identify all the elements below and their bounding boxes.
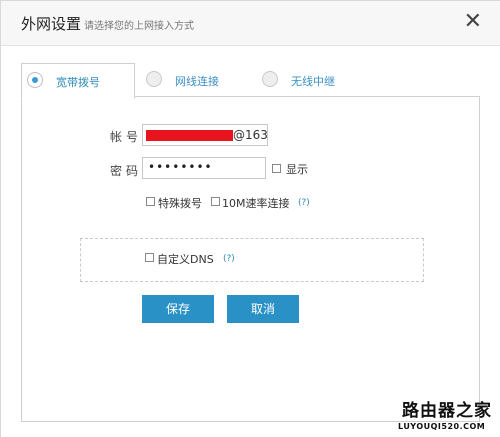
- dial-settings-panel: 帐号 @163 密码 •••••••• 显示 特殊拨号 10M速率连接 (?) …: [21, 96, 480, 422]
- tab-wireless-repeater[interactable]: 无线中继: [257, 63, 377, 97]
- tab-label: 宽带拨号: [56, 76, 100, 89]
- tab-label: 无线中继: [291, 75, 335, 88]
- radio-icon[interactable]: [262, 71, 278, 87]
- account-input[interactable]: @163: [142, 124, 268, 146]
- dialog-header: 外网设置 请选择您的上网接入方式 ✕: [1, 1, 500, 46]
- help-icon[interactable]: (?): [298, 198, 310, 208]
- dialog-title: 外网设置: [21, 15, 82, 33]
- custom-dns-checkbox[interactable]: [145, 253, 154, 262]
- save-button[interactable]: 保存: [142, 295, 214, 323]
- password-input[interactable]: ••••••••: [142, 157, 266, 179]
- account-suffix: @163: [233, 128, 268, 142]
- radio-selected-icon[interactable]: [27, 72, 43, 88]
- site-watermark: 路由器之家 LUYOUQI520.COM: [396, 396, 500, 437]
- connection-type-tabs: 宽带拨号 网线连接 无线中继: [21, 63, 481, 99]
- special-dial-label: 特殊拨号: [158, 197, 202, 210]
- password-value: ••••••••: [148, 160, 213, 174]
- watermark-url: LUYOUQI520.COM: [398, 422, 486, 431]
- external-network-dialog: 外网设置 请选择您的上网接入方式 ✕ 宽带拨号 网线连接 无线中继 帐号 @16…: [0, 0, 500, 437]
- dialog-subtitle: 请选择您的上网接入方式: [84, 21, 194, 32]
- tab-label: 网线连接: [175, 75, 219, 88]
- radio-icon[interactable]: [146, 71, 162, 87]
- custom-dns-section: 自定义DNS (?): [80, 238, 424, 282]
- password-label: 密码: [110, 164, 143, 178]
- close-icon[interactable]: ✕: [464, 9, 482, 34]
- dns-help-icon[interactable]: (?): [223, 254, 235, 264]
- tab-wired-connection[interactable]: 网线连接: [141, 63, 241, 97]
- watermark-brand: 路由器之家: [402, 401, 492, 421]
- tab-broadband-dial[interactable]: 宽带拨号: [21, 63, 135, 99]
- redacted-account-mark: [146, 130, 233, 141]
- account-label: 帐号: [110, 130, 143, 144]
- custom-dns-label: 自定义DNS: [157, 253, 214, 266]
- special-dial-checkbox[interactable]: [146, 197, 155, 206]
- show-password-label: 显示: [286, 163, 308, 176]
- cancel-button[interactable]: 取消: [227, 295, 299, 323]
- rate-10m-checkbox[interactable]: [211, 197, 220, 206]
- show-password-checkbox[interactable]: [272, 164, 281, 173]
- rate-10m-label: 10M速率连接: [222, 197, 290, 210]
